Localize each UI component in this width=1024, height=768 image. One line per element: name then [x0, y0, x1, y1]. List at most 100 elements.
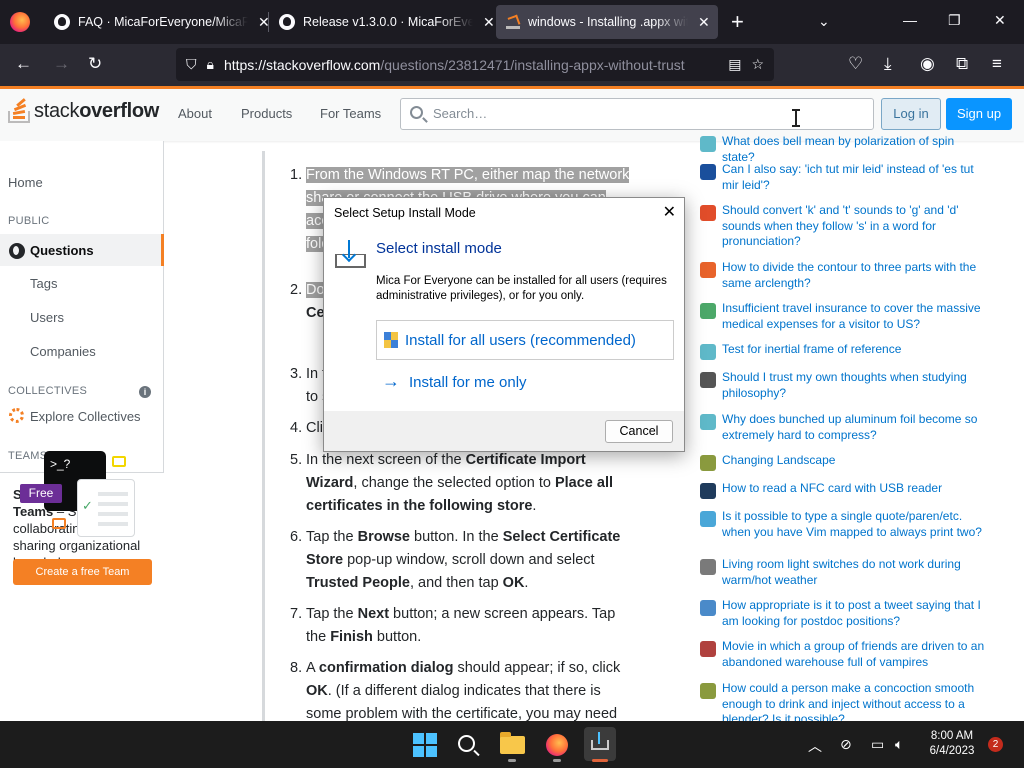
address-bar[interactable]: ⛉ 🔒︎ https://stackoverflow.com/questions…: [176, 48, 774, 81]
reload-icon[interactable]: ↻: [88, 54, 102, 74]
step-text: A confirmation dialog should appear; if …: [306, 660, 621, 722]
network-off-icon[interactable]: ⊘: [840, 736, 852, 753]
bookmark-icon: [700, 205, 716, 221]
nav-products[interactable]: Products: [241, 106, 292, 121]
create-team-button[interactable]: Create a free Team: [13, 559, 152, 585]
collectives-icon: [9, 408, 24, 423]
hot-question-link[interactable]: Should convert 'k' and 't' sounds to 'g'…: [722, 203, 990, 250]
bookmark-star-icon[interactable]: ☆: [751, 56, 764, 73]
display-icon[interactable]: ▭: [871, 736, 884, 753]
search-icon: [410, 106, 423, 119]
sidebar-item-label: Questions: [30, 243, 94, 258]
unix-icon: [700, 483, 716, 499]
downloads-icon[interactable]: ⤓: [884, 54, 892, 74]
answer-divider: [262, 151, 265, 721]
restore-icon[interactable]: ❐: [948, 12, 961, 29]
tab-stackoverflow[interactable]: windows - Installing .appx with ✕: [496, 5, 718, 39]
account-icon[interactable]: ◉: [920, 54, 935, 74]
new-tab-button[interactable]: +: [731, 9, 744, 35]
close-tab-icon[interactable]: ✕: [698, 14, 710, 31]
stackoverflow-favicon: [506, 15, 520, 29]
stackoverflow-logo[interactable]: stackoverflow: [8, 97, 159, 125]
globe-icon: [9, 243, 25, 259]
step-number: 1.: [290, 167, 303, 183]
taskbar-search-icon[interactable]: [458, 735, 475, 752]
clock-time: 8:00 AM: [930, 730, 974, 742]
sidebar-item-companies[interactable]: Companies: [30, 344, 96, 359]
hot-question-link[interactable]: How appropriate is it to post a tweet sa…: [722, 598, 990, 629]
login-button[interactable]: Log in: [881, 98, 941, 130]
taskbar-clock[interactable]: 8:00 AM 6/4/2023: [924, 729, 980, 759]
dialog-titlebar: Select Setup Install Mode ✕: [324, 198, 684, 228]
forward-icon[interactable]: →: [53, 54, 70, 74]
sidebar-section-collectives: COLLECTIVES: [8, 385, 88, 397]
tracking-protection-icon[interactable]: ⛉: [186, 56, 197, 73]
back-icon[interactable]: ←: [15, 54, 32, 74]
firefox-menu-icon[interactable]: [10, 12, 30, 32]
url-text[interactable]: https://stackoverflow.com/questions/2381…: [224, 57, 685, 73]
browser-tab-bar: FAQ · MicaForEveryone/MicaFo ✕ Release v…: [0, 0, 1024, 44]
signup-button[interactable]: Sign up: [946, 98, 1012, 130]
reader-view-icon[interactable]: ▤: [728, 56, 741, 73]
step-number: 8.: [290, 660, 303, 676]
list-all-tabs-icon[interactable]: ⌄: [818, 13, 830, 30]
physics-icon: [700, 344, 716, 360]
hot-question-link[interactable]: Why does bunched up aluminum foil become…: [722, 412, 990, 443]
nav-for-teams[interactable]: For Teams: [320, 106, 381, 121]
diy-icon: [700, 559, 716, 575]
lock-icon[interactable]: 🔒︎: [207, 56, 214, 73]
hot-question-link[interactable]: Insufficient travel insurance to cover t…: [722, 301, 990, 332]
sidebar-item-home[interactable]: Home: [8, 175, 43, 190]
sidebar-item-explore-collectives[interactable]: Explore Collectives: [30, 409, 141, 424]
tab-title: Release v1.3.0.0 · MicaForEveryo: [303, 15, 473, 29]
hot-question-link[interactable]: Changing Landscape: [722, 453, 990, 469]
hot-question-link[interactable]: How could a person make a concoction smo…: [722, 681, 990, 721]
hot-question-link[interactable]: Can I also say: 'ich tut mir leid' inste…: [722, 162, 990, 193]
cancel-button[interactable]: Cancel: [605, 420, 673, 443]
hot-question-link[interactable]: How to divide the contour to three parts…: [722, 260, 990, 291]
hot-question-link[interactable]: Movie in which a group of friends are dr…: [722, 639, 990, 670]
setup-install-mode-dialog: Select Setup Install Mode ✕ Select insta…: [323, 197, 685, 452]
step-number: 5.: [290, 452, 303, 468]
physics-icon: [700, 414, 716, 430]
left-sidebar: Home PUBLIC Questions Tags Users Compani…: [0, 141, 164, 732]
info-icon[interactable]: i: [139, 386, 151, 398]
install-all-users-button[interactable]: Install for all users (recommended): [376, 320, 674, 360]
start-icon[interactable]: [413, 733, 437, 757]
tab-faq[interactable]: FAQ · MicaForEveryone/MicaFo ✕: [54, 0, 270, 44]
nav-about[interactable]: About: [178, 106, 212, 121]
step-number: 3.: [290, 366, 303, 382]
search-input[interactable]: Search…: [400, 98, 874, 130]
firefox-taskbar-icon[interactable]: [546, 734, 568, 756]
hot-question-link[interactable]: Living room light switches do not work d…: [722, 557, 990, 588]
hot-question-link[interactable]: Test for inertial frame of reference: [722, 342, 990, 358]
step-text: Tap the Next button; a new screen appear…: [306, 606, 616, 645]
chat-bubble-icon: [52, 518, 66, 529]
close-tab-icon[interactable]: ✕: [483, 14, 495, 31]
file-explorer-icon[interactable]: [500, 732, 525, 754]
app-menu-icon[interactable]: ≡: [992, 54, 1002, 74]
text-cursor-icon: [792, 109, 800, 127]
hot-question-link[interactable]: Should I trust my own thoughts when stud…: [722, 370, 990, 401]
sidebar-section-teams: TEAMS: [8, 450, 48, 462]
pocket-icon[interactable]: ♡: [848, 54, 863, 74]
arrow-right-icon: →: [382, 371, 400, 391]
hot-question-link[interactable]: Is it possible to type a single quote/pa…: [722, 509, 990, 540]
show-hidden-icons-icon[interactable]: ︿: [808, 736, 822, 756]
step-number: 6.: [290, 529, 303, 545]
hot-question-link[interactable]: What does bell mean by polarization of s…: [722, 136, 990, 165]
clock-date: 6/4/2023: [929, 745, 975, 757]
volume-icon[interactable]: 🔈︎: [895, 736, 903, 753]
sidebar-item-tags[interactable]: Tags: [30, 276, 57, 291]
window-close-icon[interactable]: ✕: [994, 12, 1006, 29]
physics-icon: [700, 136, 716, 152]
dialog-close-icon[interactable]: ✕: [663, 202, 676, 222]
installer-taskbar-icon[interactable]: [584, 727, 616, 761]
check-icon: ✓: [82, 498, 93, 513]
hot-question-link[interactable]: How to read a NFC card with USB reader: [722, 481, 990, 497]
extensions-icon[interactable]: ⧉: [956, 54, 968, 74]
sidebar-item-users[interactable]: Users: [30, 310, 64, 325]
tab-release[interactable]: Release v1.3.0.0 · MicaForEveryo ✕: [279, 0, 495, 44]
notification-badge[interactable]: 2: [988, 737, 1003, 752]
minimize-icon[interactable]: —: [903, 12, 917, 28]
